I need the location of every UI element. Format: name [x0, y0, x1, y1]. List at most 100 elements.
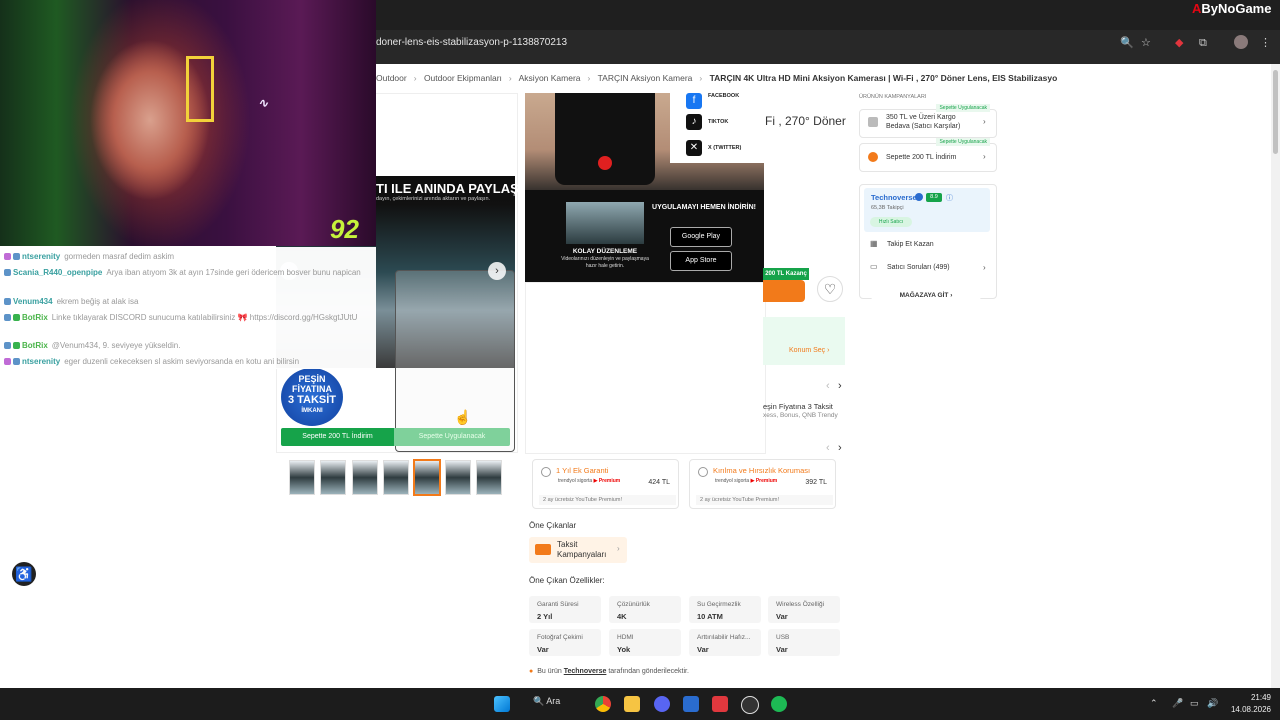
info-icon[interactable]: ⓘ — [946, 193, 953, 203]
chat-badge-icon — [13, 253, 20, 261]
warranty-sub: 2 ay ücretsiz YouTube Premium! — [539, 495, 676, 505]
chat-text: ekrem beğiş at alak isa — [56, 297, 139, 306]
warranty-brand: trendyol sigorta ▶ Premium — [558, 478, 620, 484]
chat-username: BotRix — [22, 313, 48, 322]
volume-icon[interactable]: 🔊 — [1207, 698, 1218, 709]
app-icon[interactable] — [683, 696, 699, 712]
spotify-icon[interactable] — [771, 696, 787, 712]
gallery-thumbnail[interactable] — [445, 460, 471, 495]
taskbar-search[interactable]: 🔍 Ara — [533, 696, 560, 707]
chat-username: ntserenity — [22, 357, 61, 366]
profile-avatar[interactable] — [1234, 35, 1248, 49]
spec-value: Var — [776, 645, 788, 654]
seller-followers: 65,3B Takipçi — [871, 205, 904, 211]
warranty-title: Kırılma ve Hırsızlık Koruması — [713, 466, 811, 475]
spec-value: Yok — [617, 645, 631, 654]
badge-line: 3 TAKSİT — [287, 394, 337, 406]
facebook-icon: f — [686, 93, 702, 109]
x-twitter-icon: ✕ — [686, 140, 702, 156]
youtube-premium-icon: ▶ Premium — [593, 478, 621, 484]
note-text: Bu ürün — [537, 668, 562, 675]
breadcrumb-item[interactable]: Outdoor — [376, 73, 407, 83]
zoom-panel-blank — [525, 282, 766, 454]
spec-value: Var — [776, 612, 788, 621]
gallery-thumbnail[interactable] — [383, 460, 409, 495]
zoom-icon[interactable]: 🔍 — [1120, 37, 1134, 49]
chat-username: ntserenity — [22, 252, 61, 261]
delivery-box — [763, 317, 845, 365]
carousel-prev-icon[interactable]: ‹ — [826, 380, 830, 392]
gallery-next-button[interactable]: › — [488, 262, 506, 280]
file-explorer-icon[interactable] — [624, 696, 640, 712]
accessibility-icon[interactable]: ♿ — [12, 562, 36, 586]
warranty-title: 1 Yıl Ek Garanti — [556, 466, 609, 475]
extensions-puzzle-icon[interactable]: ⧉ — [1199, 37, 1207, 49]
gallery-thumbnail-selected[interactable] — [413, 459, 441, 496]
pesin-fiyatina-badge: PEŞİN FİYATINA 3 TAKSİT İMKANI — [281, 368, 343, 426]
chat-message: ntserenity gormeden masraf dedim askim — [4, 252, 372, 262]
breadcrumb-item[interactable]: Aksiyon Kamera — [519, 73, 581, 83]
chat-message: Scania_R440_openpipe Arya iban atıyom 3k … — [4, 268, 372, 288]
follow-store-icon: ▦ — [870, 239, 878, 248]
warranty-price: 392 TL — [805, 479, 827, 486]
chat-badge-icon — [4, 253, 11, 261]
menu-kebab-icon[interactable]: ⋮ — [1260, 37, 1271, 49]
gallery-thumbnail[interactable] — [476, 460, 502, 495]
magazaya-git-button[interactable]: MAĞAZAYA GİT › — [871, 288, 981, 303]
warranty-radio[interactable] — [541, 467, 551, 477]
gallery-thumbnail[interactable] — [320, 460, 346, 495]
taskbar-date[interactable]: 14.08.2026 — [1220, 705, 1271, 714]
chat-badge-icon — [4, 298, 11, 306]
chat-badge-icon — [13, 314, 20, 322]
konum-sec-link[interactable]: Konum Seç › — [789, 347, 829, 354]
warranty-radio[interactable] — [698, 467, 708, 477]
takip-et-kazan-link[interactable]: Takip Et Kazan — [887, 241, 934, 248]
chat-text: Arya iban atıyom 3k at ayın 17sinde geri… — [106, 268, 361, 277]
chrome-icon[interactable] — [595, 696, 611, 712]
satici-sorulari-link[interactable]: Satıcı Soruları (499) — [887, 264, 950, 271]
warranty-option-card[interactable]: Kırılma ve Hırsızlık Koruması trendyol s… — [689, 459, 836, 509]
seller-shipping-note: ● Bu ürün Technoverse tarafından gönderil… — [529, 668, 689, 675]
bookmark-star-icon[interactable]: ☆ — [1141, 37, 1151, 49]
discord-icon[interactable] — [654, 696, 670, 712]
spec-key: Fotoğraf Çekimi — [537, 634, 583, 641]
extension-icon[interactable]: ◆ — [1175, 37, 1183, 49]
chat-bubble-icon: ▭ — [870, 262, 878, 271]
microphone-icon[interactable]: 🎤 — [1172, 698, 1183, 709]
taksit-campaign-text[interactable]: eşin Fiyatına 3 Taksit — [763, 402, 833, 412]
spec-item: USB Var — [768, 629, 840, 656]
network-icon[interactable]: ▭ — [1190, 698, 1199, 709]
spec-key: Wireless Özelliği — [776, 601, 825, 608]
seller-name[interactable]: Technoverse — [871, 193, 917, 202]
promo-subline: dayın, çekimlerinizi anında aktarın ve p… — [376, 196, 491, 202]
gallery-thumbnail[interactable] — [289, 460, 315, 495]
favorite-heart-icon[interactable]: ♡ — [817, 276, 843, 302]
carousel-next-icon[interactable]: › — [838, 442, 842, 454]
seller-link[interactable]: Technoverse — [564, 668, 607, 675]
social-share-panel — [670, 93, 764, 163]
page-scrollbar[interactable] — [1271, 64, 1280, 688]
obs-icon[interactable] — [741, 696, 759, 714]
scrollbar-thumb[interactable] — [1273, 70, 1278, 154]
breadcrumb-item[interactable]: Outdoor Ekipmanları — [424, 73, 502, 83]
sepette-200-indirim-button[interactable]: Sepette 200 TL İndirim — [281, 428, 394, 446]
sepette-uygulanacak-button[interactable]: Sepette Uygulanacak — [394, 428, 510, 446]
carousel-next-icon[interactable]: › — [838, 380, 842, 392]
windows-start-icon[interactable] — [494, 696, 510, 712]
add-to-cart-button[interactable] — [763, 280, 805, 302]
social-label: FACEBOOK — [708, 93, 740, 99]
app-icon[interactable] — [712, 696, 728, 712]
tray-chevron-up-icon[interactable]: ⌃ — [1150, 698, 1158, 709]
address-bar[interactable]: doner-lens-eis-stabilizasyon-p-113887021… — [376, 37, 567, 49]
social-label: TIKTOK — [708, 119, 729, 125]
cargo-box-icon — [868, 117, 878, 127]
warranty-sub: 2 ay ücretsiz YouTube Premium! — [696, 495, 833, 505]
chevron-right-icon: › — [983, 117, 986, 126]
gallery-thumbnail[interactable] — [352, 460, 378, 495]
carousel-prev-icon[interactable]: ‹ — [826, 442, 830, 454]
social-label: X (TWITTER) — [708, 145, 742, 151]
warranty-option-card[interactable]: 1 Yıl Ek Garanti trendyol sigorta ▶ Prem… — [532, 459, 679, 509]
breadcrumb-item[interactable]: TARÇIN Aksiyon Kamera — [598, 73, 693, 83]
google-play-badge: Google Play — [670, 227, 732, 247]
taskbar-time[interactable]: 21:49 — [1227, 693, 1271, 702]
